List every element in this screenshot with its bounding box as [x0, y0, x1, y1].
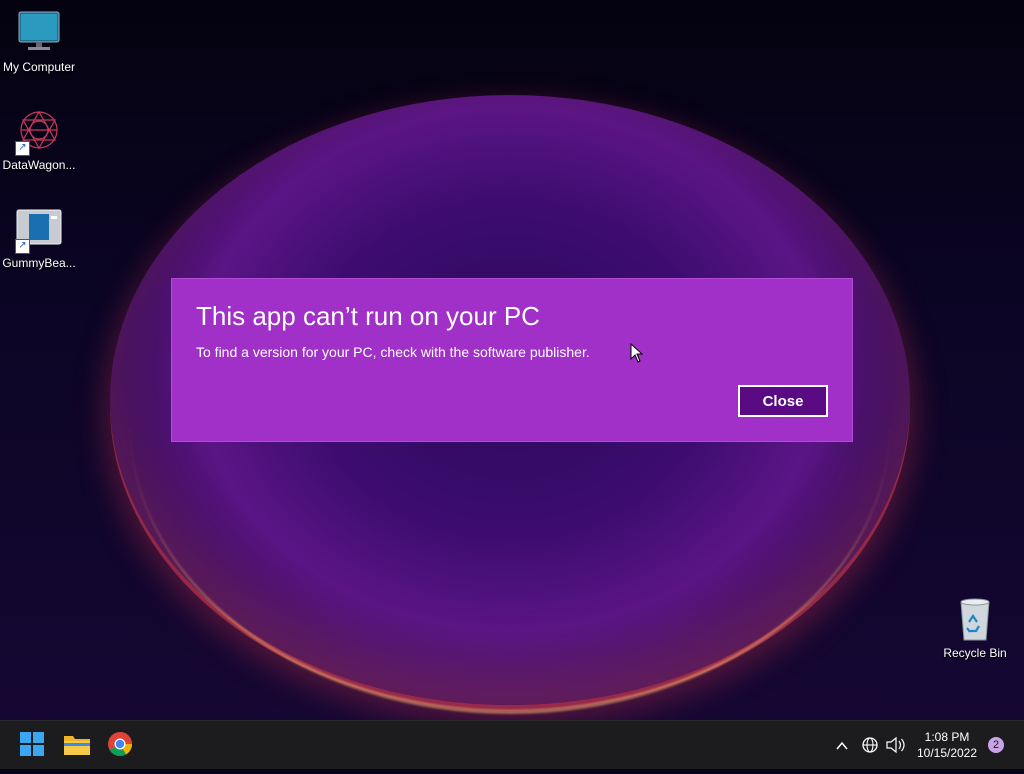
- file-explorer-taskbar-button[interactable]: [63, 731, 91, 759]
- desktop-icon-label: DataWagon...: [2, 158, 76, 172]
- desktop-icon-label: GummyBea...: [2, 256, 76, 270]
- desktop-icon-label: Recycle Bin: [943, 646, 1007, 660]
- recycle-bin-icon: [951, 596, 999, 644]
- close-button[interactable]: Close: [738, 385, 828, 417]
- wallpaper-rim: [130, 420, 890, 714]
- notifications-button[interactable]: 2: [988, 721, 1004, 769]
- dialog-message: To find a version for your PC, check wit…: [196, 344, 590, 360]
- globe-icon: [862, 737, 878, 753]
- taskbar: 1:08 PM 10/15/2022 2: [0, 720, 1024, 769]
- mouse-cursor-icon: [630, 342, 644, 367]
- desktop-icon-label: My Computer: [2, 60, 76, 74]
- dialog-title: This app can’t run on your PC: [196, 301, 540, 331]
- app-cant-run-dialog: This app can’t run on your PC To find a …: [172, 279, 852, 441]
- start-button[interactable]: [19, 731, 47, 759]
- shortcut-arrow-icon: ↗: [15, 239, 30, 254]
- clock-date: 10/15/2022: [916, 746, 978, 760]
- clock-button[interactable]: 1:08 PM 10/15/2022: [910, 721, 984, 769]
- gummybear-app-icon: ↗: [15, 206, 63, 254]
- monitor-icon: [15, 10, 63, 58]
- desktop-icon-datawagon[interactable]: ↗ DataWagon...: [0, 108, 78, 172]
- shortcut-arrow-icon: ↗: [15, 141, 30, 156]
- speaker-icon: [886, 736, 905, 754]
- notification-badge: 2: [988, 737, 1004, 753]
- desktop-icon-recycle-bin[interactable]: Recycle Bin: [936, 596, 1014, 660]
- datawagon-app-icon: ↗: [15, 108, 63, 156]
- chevron-up-icon: [836, 741, 848, 750]
- desktop-icon-gummybear[interactable]: ↗ GummyBea...: [0, 206, 78, 270]
- windows-start-icon: [20, 732, 44, 756]
- file-explorer-icon: [64, 736, 90, 755]
- volume-button[interactable]: [884, 721, 906, 769]
- chrome-taskbar-button[interactable]: [107, 731, 135, 759]
- chrome-icon: [108, 732, 132, 757]
- desktop-icon-my-computer[interactable]: My Computer: [0, 10, 78, 74]
- show-hidden-icons-button[interactable]: [834, 721, 852, 769]
- network-button[interactable]: [860, 721, 882, 769]
- clock-time: 1:08 PM: [924, 730, 970, 744]
